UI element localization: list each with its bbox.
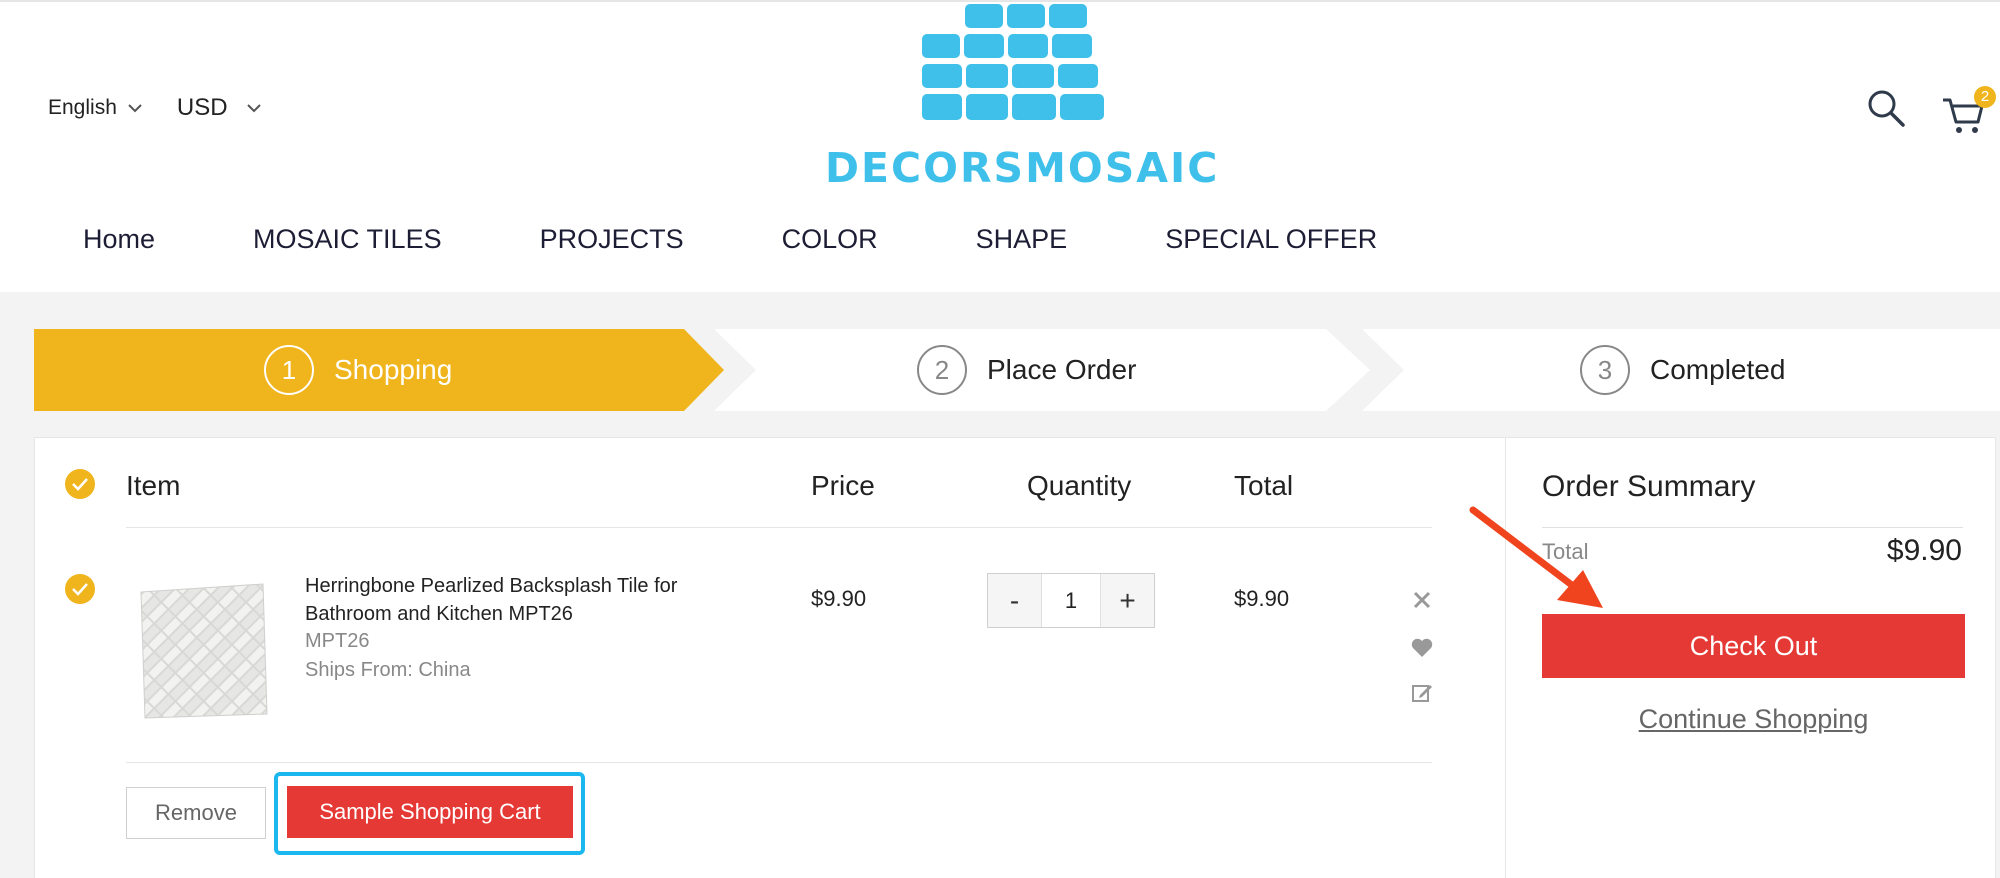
search-icon [1868,90,1905,127]
nav-item-mosaic-tiles[interactable]: MOSAIC TILES [253,224,442,255]
main-nav: Home MOSAIC TILES PROJECTS COLOR SHAPE S… [83,224,1475,255]
step-number: 1 [264,345,314,395]
step-label: Shopping [334,354,453,385]
logo-text: DECORSMOSAIC [825,144,1220,192]
step-place-order: 2 Place Order [917,329,1136,411]
currency-selector[interactable]: USD [177,94,262,122]
language-selected: English [48,96,117,119]
nav-item-home[interactable]: Home [83,224,155,255]
remove-button[interactable]: Remove [126,787,266,839]
sample-shopping-cart-button[interactable]: Sample Shopping Cart [287,786,573,838]
column-header-item: Item [126,470,181,501]
column-header-quantity: Quantity [1027,470,1132,501]
heart-icon[interactable] [1410,636,1434,660]
product-thumbnail[interactable] [133,574,273,724]
search-button[interactable] [1866,88,1906,128]
product-sku: MPT26 [305,630,370,652]
divider [126,527,1432,528]
order-summary: Order Summary Total $9.90 Check Out Cont… [1505,437,1996,878]
column-header-total: Total [1234,470,1294,501]
site-header: English USD DECORSMOSAIC 2 Home MOSAIC T… [0,0,2000,292]
checkmark-icon [72,478,88,491]
product-ships-from: Ships From: China [305,659,471,681]
tile-grid-logo-icon [922,4,1104,120]
step-shopping: 1 Shopping [264,329,452,411]
nav-item-color[interactable]: COLOR [782,224,878,255]
cart-button[interactable]: 2 [1940,86,1996,134]
step-number: 2 [917,345,967,395]
divider [126,762,1432,763]
site-logo[interactable]: DECORSMOSAIC [825,2,1220,192]
close-icon[interactable] [1410,588,1434,612]
summary-title: Order Summary [1542,470,1756,503]
checkout-steps: 1 Shopping 2 Place Order 3 Completed [34,329,2000,411]
item-total: $9.90 [1234,586,1290,611]
edit-icon[interactable] [1410,681,1434,705]
quantity-input[interactable]: 1 [1041,574,1101,627]
cart-panel: Item Price Quantity Total Herringbone Pe… [34,437,1506,878]
item-price: $9.90 [811,586,867,611]
currency-selected: USD [176,94,228,121]
quantity-increase-button[interactable]: + [1101,574,1154,627]
locale-selectors: English USD [48,94,262,122]
checkmark-icon [72,583,88,596]
column-header-price: Price [811,470,875,501]
chevron-down-icon [128,104,142,113]
nav-item-special-offer[interactable]: SPECIAL OFFER [1165,224,1377,255]
item-checkbox[interactable] [65,574,95,604]
step-completed: 3 Completed [1580,329,1785,411]
step-label: Completed [1650,354,1786,385]
continue-shopping-link[interactable]: Continue Shopping [1542,704,1965,735]
quantity-stepper: - 1 + [987,573,1155,628]
summary-total-value: $9.90 [1886,534,1962,567]
cart-count-badge: 2 [1974,86,1996,108]
step-number: 3 [1580,345,1630,395]
divider [1542,527,1963,528]
checkout-button[interactable]: Check Out [1542,614,1965,678]
quantity-decrease-button[interactable]: - [988,574,1041,627]
chevron-down-icon [246,104,261,113]
summary-total-label: Total [1542,539,1589,564]
select-all-checkbox[interactable] [65,469,95,499]
product-name[interactable]: Herringbone Pearlized Backsplash Tile fo… [305,572,725,628]
nav-item-shape[interactable]: SHAPE [976,224,1068,255]
language-selector[interactable]: English [48,96,143,120]
nav-item-projects[interactable]: PROJECTS [540,224,684,255]
step-label: Place Order [987,354,1137,385]
